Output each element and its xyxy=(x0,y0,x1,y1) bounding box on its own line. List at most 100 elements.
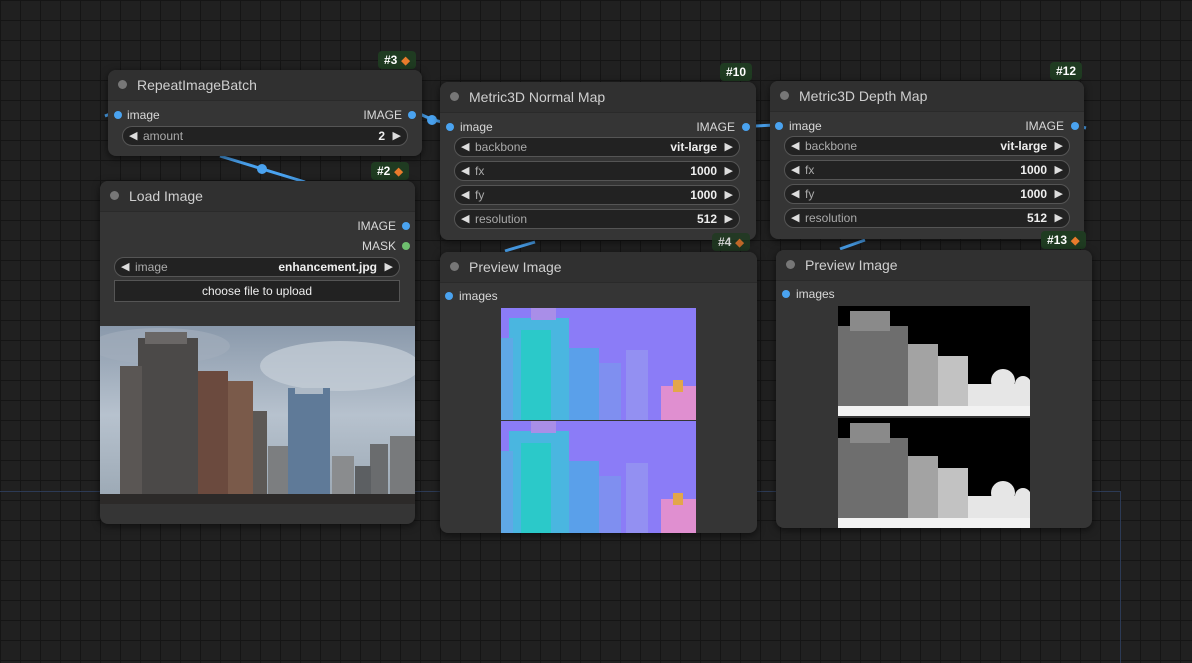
widget-label: amount xyxy=(143,129,184,143)
widget-value: enhancement.jpg xyxy=(278,260,377,274)
input-slot-dot[interactable] xyxy=(775,122,783,130)
output-slot-dot[interactable] xyxy=(408,111,416,119)
arrow-right-icon[interactable]: ▶ xyxy=(1055,139,1063,152)
fox-icon: ◆ xyxy=(735,237,744,249)
widget-value: 512 xyxy=(696,212,717,226)
output-slot-dot[interactable] xyxy=(402,242,410,250)
output-slot-dot[interactable] xyxy=(402,222,410,230)
fy-widget[interactable]: ◀ fy 1000 ▶ xyxy=(784,184,1070,204)
node-repeat-image-batch[interactable]: RepeatImageBatch image IMAGE ◀ amount 2 … xyxy=(108,70,422,156)
node-header[interactable]: Preview Image xyxy=(440,252,757,283)
depth-map-image xyxy=(838,306,1030,528)
input-slot-dot[interactable] xyxy=(446,123,454,131)
arrow-right-icon[interactable]: ▶ xyxy=(385,260,393,273)
input-slot-dot[interactable] xyxy=(782,290,790,298)
link-midpoint xyxy=(427,115,437,125)
input-slot-dot[interactable] xyxy=(114,111,122,119)
collapse-dot-icon[interactable] xyxy=(786,260,795,269)
input-slot-images[interactable]: images xyxy=(776,286,1092,302)
output-slot-mask[interactable]: MASK xyxy=(100,238,415,254)
arrow-left-icon[interactable]: ◀ xyxy=(461,188,469,201)
widget-value: vit-large xyxy=(670,140,717,154)
upload-button[interactable]: choose file to upload xyxy=(114,280,400,302)
backbone-widget[interactable]: ◀ backbone vit-large ▶ xyxy=(784,136,1070,156)
widget-value: 1000 xyxy=(1020,187,1047,201)
output-slot-dot[interactable] xyxy=(1071,122,1079,130)
arrow-left-icon[interactable]: ◀ xyxy=(129,129,137,142)
node-id-text: #12 xyxy=(1056,64,1077,78)
widget-value: vit-large xyxy=(1000,139,1047,153)
arrow-left-icon[interactable]: ◀ xyxy=(461,164,469,177)
widget-label: resolution xyxy=(475,212,528,226)
output-slot-dot[interactable] xyxy=(742,123,750,131)
input-slot-image[interactable]: image IMAGE xyxy=(440,119,756,135)
normal-map-image xyxy=(501,308,696,533)
normal-map-frame xyxy=(501,308,696,420)
node-id-badge: #4 ◆ xyxy=(712,233,750,251)
arrow-left-icon[interactable]: ◀ xyxy=(791,139,799,152)
node-header[interactable]: Load Image xyxy=(100,181,415,212)
arrow-right-icon[interactable]: ▶ xyxy=(1055,211,1063,224)
fy-widget[interactable]: ◀ fy 1000 ▶ xyxy=(454,185,740,205)
arrow-right-icon[interactable]: ▶ xyxy=(725,140,733,153)
node-header[interactable]: Metric3D Depth Map xyxy=(770,81,1084,112)
slot-label: IMAGE xyxy=(696,120,735,134)
depth-map-preview xyxy=(838,306,1030,528)
arrow-left-icon[interactable]: ◀ xyxy=(461,140,469,153)
arrow-left-icon[interactable]: ◀ xyxy=(121,260,129,273)
input-slot-image[interactable]: image IMAGE xyxy=(108,107,422,123)
slot-label: image xyxy=(789,119,822,133)
input-slot-dot[interactable] xyxy=(445,292,453,300)
link-wire xyxy=(219,154,306,184)
arrow-right-icon[interactable]: ▶ xyxy=(725,188,733,201)
amount-widget[interactable]: ◀ amount 2 ▶ xyxy=(122,126,408,146)
normal-map-frame xyxy=(501,421,696,533)
node-preview-image-depth[interactable]: Preview Image images xyxy=(776,250,1092,528)
widget-value: 2 xyxy=(378,129,385,143)
node-header[interactable]: RepeatImageBatch xyxy=(108,70,422,101)
arrow-right-icon[interactable]: ▶ xyxy=(1055,187,1063,200)
node-header[interactable]: Preview Image xyxy=(776,250,1092,281)
resolution-widget[interactable]: ◀ resolution 512 ▶ xyxy=(454,209,740,229)
city-photo xyxy=(100,326,415,504)
fx-widget[interactable]: ◀ fx 1000 ▶ xyxy=(454,161,740,181)
collapse-dot-icon[interactable] xyxy=(450,92,459,101)
widget-label: image xyxy=(135,260,168,274)
collapse-dot-icon[interactable] xyxy=(450,262,459,271)
widget-value: 1000 xyxy=(690,188,717,202)
widget-value: 1000 xyxy=(1020,163,1047,177)
node-load-image[interactable]: Load Image IMAGE MASK ◀ image enhancemen… xyxy=(100,181,415,524)
arrow-left-icon[interactable]: ◀ xyxy=(791,187,799,200)
arrow-right-icon[interactable]: ▶ xyxy=(1055,163,1063,176)
arrow-right-icon[interactable]: ▶ xyxy=(725,164,733,177)
node-title: Metric3D Depth Map xyxy=(799,88,928,104)
node-header[interactable]: Metric3D Normal Map xyxy=(440,82,756,113)
node-id-text: #3 xyxy=(384,53,398,67)
canvas-group-line xyxy=(1120,491,1121,663)
node-title: Preview Image xyxy=(469,259,562,275)
node-metric3d-normal-map[interactable]: Metric3D Normal Map image IMAGE ◀ backbo… xyxy=(440,82,756,240)
arrow-right-icon[interactable]: ▶ xyxy=(393,129,401,142)
input-slot-image[interactable]: image IMAGE xyxy=(770,118,1084,134)
node-preview-image-normal[interactable]: Preview Image images xyxy=(440,252,757,533)
resolution-widget[interactable]: ◀ resolution 512 ▶ xyxy=(784,208,1070,228)
arrow-left-icon[interactable]: ◀ xyxy=(791,211,799,224)
node-id-badge: #10 xyxy=(720,63,753,81)
collapse-dot-icon[interactable] xyxy=(110,191,119,200)
node-id-text: #10 xyxy=(726,65,747,79)
widget-label: fx xyxy=(805,163,815,177)
arrow-left-icon[interactable]: ◀ xyxy=(461,212,469,225)
image-select-widget[interactable]: ◀ image enhancement.jpg ▶ xyxy=(114,257,400,277)
node-metric3d-depth-map[interactable]: Metric3D Depth Map image IMAGE ◀ backbon… xyxy=(770,81,1084,239)
input-slot-images[interactable]: images xyxy=(440,288,757,304)
arrow-right-icon[interactable]: ▶ xyxy=(725,212,733,225)
fox-icon: ◆ xyxy=(394,166,403,178)
output-slot-image[interactable]: IMAGE xyxy=(100,218,415,234)
node-title: Preview Image xyxy=(805,257,898,273)
arrow-left-icon[interactable]: ◀ xyxy=(791,163,799,176)
fx-widget[interactable]: ◀ fx 1000 ▶ xyxy=(784,160,1070,180)
collapse-dot-icon[interactable] xyxy=(118,80,127,89)
node-title: Metric3D Normal Map xyxy=(469,89,606,105)
backbone-widget[interactable]: ◀ backbone vit-large ▶ xyxy=(454,137,740,157)
collapse-dot-icon[interactable] xyxy=(780,91,789,100)
